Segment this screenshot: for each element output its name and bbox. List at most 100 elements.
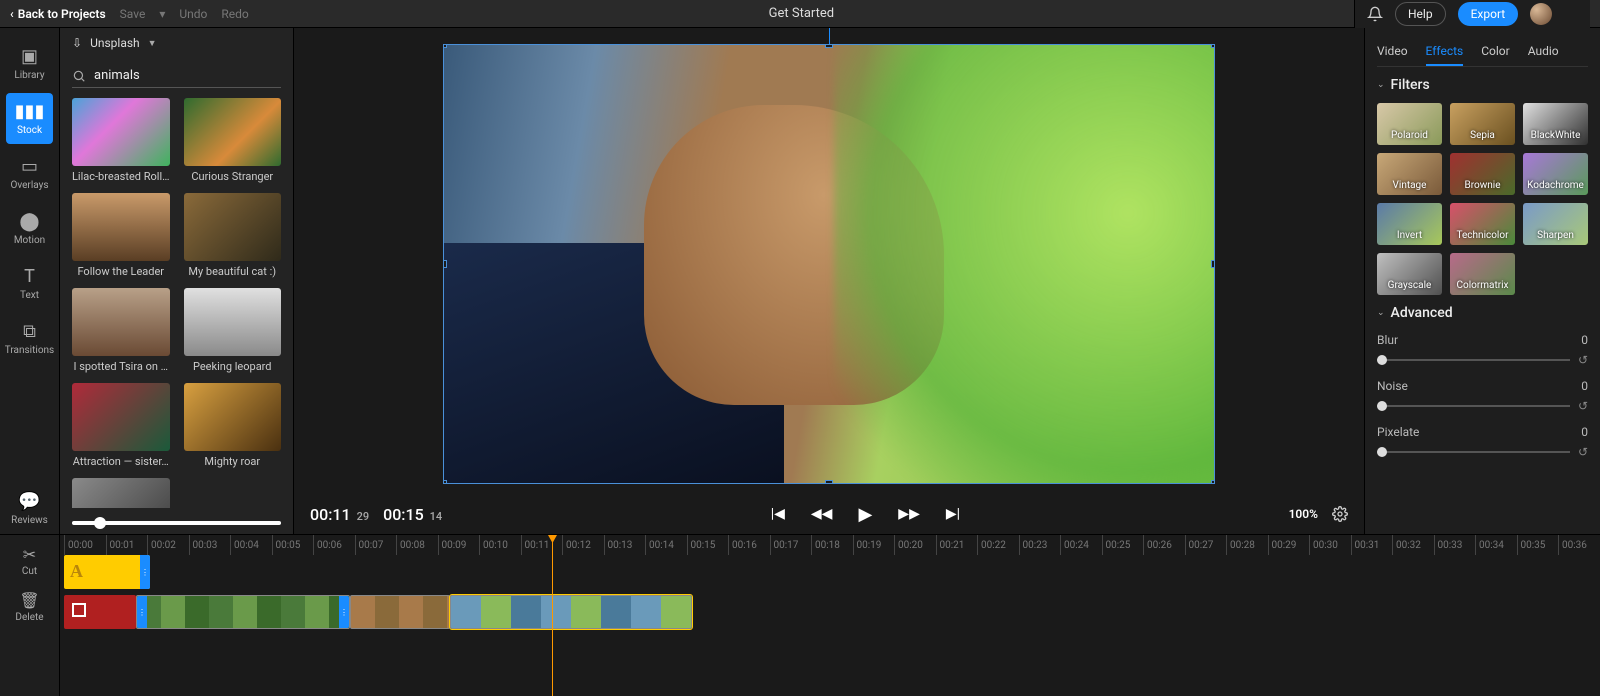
stock-item[interactable]: Mighty roar bbox=[184, 383, 282, 468]
cut-tool[interactable]: ✂Cut bbox=[22, 545, 37, 577]
rail-reviews[interactable]: 💬Reviews bbox=[0, 483, 59, 534]
delete-tool[interactable]: 🗑Delete bbox=[15, 591, 43, 623]
filter-sepia[interactable]: Sepia bbox=[1450, 103, 1515, 145]
filters-grid: Polaroid Sepia BlackWhite Vintage Browni… bbox=[1377, 103, 1588, 295]
color-clip[interactable] bbox=[64, 595, 136, 629]
filters-header[interactable]: ⌄Filters bbox=[1377, 77, 1588, 93]
rail-transitions[interactable]: ⧉Transitions bbox=[0, 313, 59, 364]
reset-icon[interactable]: ↺ bbox=[1578, 445, 1588, 459]
ruler-tick: 00:31 bbox=[1351, 535, 1380, 555]
rail-overlays[interactable]: ▭Overlays bbox=[0, 148, 59, 199]
resize-handle[interactable] bbox=[443, 44, 447, 48]
help-button[interactable]: Help bbox=[1395, 2, 1446, 26]
chevron-down-icon: ▼ bbox=[148, 38, 157, 49]
clip-handle[interactable]: ⋮ bbox=[140, 555, 150, 589]
filter-technicolor[interactable]: Technicolor bbox=[1450, 203, 1515, 245]
stock-item[interactable]: My beautiful cat :) bbox=[184, 193, 282, 278]
text-clip[interactable]: A ⋮ bbox=[64, 555, 150, 589]
undo-button[interactable]: Undo bbox=[179, 7, 207, 21]
motion-icon: ⬤ bbox=[0, 211, 59, 232]
tab-video[interactable]: Video bbox=[1377, 38, 1408, 66]
blur-slider[interactable]: ↺ bbox=[1377, 353, 1588, 367]
rail-motion[interactable]: ⬤Motion bbox=[0, 203, 59, 254]
skip-end-icon[interactable]: ▶| bbox=[946, 506, 960, 522]
resize-handle[interactable] bbox=[443, 260, 447, 268]
resize-handle[interactable] bbox=[825, 480, 833, 484]
filter-sharpen[interactable]: Sharpen bbox=[1523, 203, 1588, 245]
library-source-label: Unsplash bbox=[90, 36, 140, 50]
clip-handle[interactable]: ⋮ bbox=[339, 596, 349, 628]
selection-frame[interactable] bbox=[443, 44, 1215, 484]
library-scrollbar[interactable] bbox=[72, 516, 281, 530]
rail-stock[interactable]: ▮▮▮Stock bbox=[6, 93, 53, 144]
tab-color[interactable]: Color bbox=[1481, 38, 1509, 66]
export-button[interactable]: Export bbox=[1458, 2, 1519, 26]
filter-brownie[interactable]: Brownie bbox=[1450, 153, 1515, 195]
stock-item[interactable]: Attraction — sister… bbox=[72, 383, 170, 468]
search-container bbox=[72, 64, 281, 88]
search-input[interactable] bbox=[94, 68, 281, 83]
stock-item[interactable]: Curious Stranger bbox=[184, 98, 282, 183]
stock-item[interactable]: Follow the Leader bbox=[72, 193, 170, 278]
filter-grayscale[interactable]: Grayscale bbox=[1377, 253, 1442, 295]
ruler-tick: 00:00 bbox=[64, 535, 93, 555]
track-video[interactable]: ⋮ ⋮ bbox=[60, 595, 1600, 629]
ruler-tick: 00:28 bbox=[1226, 535, 1255, 555]
ruler-tick: 00:02 bbox=[147, 535, 176, 555]
resize-handle[interactable] bbox=[1211, 260, 1215, 268]
filter-colormatrix[interactable]: Colormatrix bbox=[1450, 253, 1515, 295]
timeline-main[interactable]: 00:0000:0100:0200:0300:0400:0500:0600:07… bbox=[60, 535, 1600, 696]
reset-icon[interactable]: ↺ bbox=[1578, 399, 1588, 413]
tab-effects[interactable]: Effects bbox=[1426, 38, 1464, 66]
gear-icon[interactable] bbox=[1332, 506, 1348, 522]
chat-icon: 💬 bbox=[0, 491, 59, 512]
tab-audio[interactable]: Audio bbox=[1528, 38, 1559, 66]
back-to-projects[interactable]: ‹ Back to Projects bbox=[10, 7, 106, 21]
save-dropdown-icon[interactable]: ▾ bbox=[159, 7, 165, 21]
right-tabs: Video Effects Color Audio bbox=[1377, 38, 1588, 67]
filter-blackwhite[interactable]: BlackWhite bbox=[1523, 103, 1588, 145]
pixelate-slider[interactable]: ↺ bbox=[1377, 445, 1588, 459]
timeline: ✂Cut 🗑Delete 00:0000:0100:0200:0300:0400… bbox=[0, 534, 1600, 696]
forward-icon[interactable]: ▶▶ bbox=[898, 506, 920, 522]
stock-item[interactable]: Peeking leopard bbox=[184, 288, 282, 373]
library-source-dropdown[interactable]: ⇩ Unsplash ▼ bbox=[60, 28, 293, 58]
resize-handle[interactable] bbox=[825, 44, 833, 48]
ruler-tick: 00:22 bbox=[977, 535, 1006, 555]
reset-icon[interactable]: ↺ bbox=[1578, 353, 1588, 367]
ruler-tick: 00:10 bbox=[479, 535, 508, 555]
rail-text[interactable]: TText bbox=[0, 258, 59, 309]
overlays-icon: ▭ bbox=[0, 156, 59, 177]
slider-noise: Noise0 ↺ bbox=[1377, 379, 1588, 413]
resize-handle[interactable] bbox=[1211, 480, 1215, 484]
rewind-icon[interactable]: ◀◀ bbox=[811, 506, 833, 522]
track-text[interactable]: A ⋮ bbox=[60, 555, 1600, 589]
stock-item[interactable]: Lilac-breasted Roll… bbox=[72, 98, 170, 183]
play-icon[interactable]: ▶ bbox=[858, 504, 872, 525]
video-clip-selected[interactable] bbox=[450, 595, 692, 629]
video-clip[interactable]: ⋮ ⋮ bbox=[136, 595, 350, 629]
filter-kodachrome[interactable]: Kodachrome bbox=[1523, 153, 1588, 195]
right-panel: Video Effects Color Audio ⌄Filters Polar… bbox=[1364, 28, 1600, 534]
filter-invert[interactable]: Invert bbox=[1377, 203, 1442, 245]
stock-item[interactable]: I spotted Tsira on … bbox=[72, 288, 170, 373]
filter-polaroid[interactable]: Polaroid bbox=[1377, 103, 1442, 145]
user-avatar[interactable] bbox=[1530, 3, 1552, 25]
stock-item[interactable] bbox=[72, 478, 170, 508]
resize-handle[interactable] bbox=[443, 480, 447, 484]
skip-start-icon[interactable]: |◀ bbox=[771, 506, 785, 522]
ruler-tick: 00:03 bbox=[189, 535, 218, 555]
save-menu[interactable]: Save bbox=[120, 7, 146, 21]
timeline-ruler[interactable]: 00:0000:0100:0200:0300:0400:0500:0600:07… bbox=[60, 535, 1600, 555]
filter-vintage[interactable]: Vintage bbox=[1377, 153, 1442, 195]
advanced-header[interactable]: ⌄Advanced bbox=[1377, 305, 1588, 321]
redo-button[interactable]: Redo bbox=[221, 7, 248, 21]
noise-slider[interactable]: ↺ bbox=[1377, 399, 1588, 413]
rail-library[interactable]: ▣Library bbox=[0, 38, 59, 89]
bell-icon[interactable] bbox=[1367, 6, 1383, 22]
clip-handle[interactable]: ⋮ bbox=[137, 596, 147, 628]
playhead[interactable] bbox=[552, 535, 553, 696]
preview-canvas[interactable] bbox=[294, 28, 1364, 494]
resize-handle[interactable] bbox=[1211, 44, 1215, 48]
video-clip[interactable] bbox=[350, 595, 450, 629]
